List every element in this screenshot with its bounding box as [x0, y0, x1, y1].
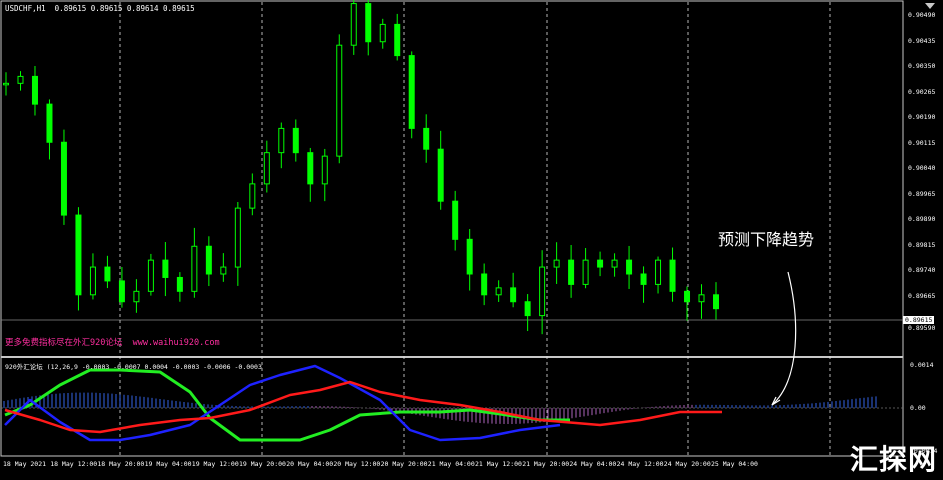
- time-tick-label: 20 May 12:00: [333, 460, 381, 468]
- candle-body: [263, 152, 270, 185]
- candle-body: [452, 200, 459, 240]
- indicator-tick-label: 0.0014: [910, 361, 934, 369]
- time-tick-label: 24 May 20:00: [663, 460, 711, 468]
- ad-text: 更多免费指标尽在外汇920论坛 www.waihui920.com: [5, 338, 220, 348]
- candle-body: [626, 259, 633, 275]
- candle-body: [17, 75, 24, 84]
- candle-body: [597, 259, 604, 268]
- candle-body: [394, 23, 401, 57]
- candle-body: [408, 55, 415, 129]
- candle-body: [220, 266, 227, 275]
- candle-body: [611, 259, 618, 268]
- candle-body: [321, 155, 328, 185]
- candle-body: [147, 259, 154, 292]
- time-tick-label: 20 May 20:00: [380, 460, 428, 468]
- candle-body: [46, 103, 53, 143]
- candle-body: [336, 44, 343, 157]
- candle-body: [191, 245, 198, 292]
- candle-body: [162, 259, 169, 278]
- candle-body: [60, 141, 67, 216]
- time-tick-label: 19 May 12:00: [191, 460, 239, 468]
- candle-body: [307, 152, 314, 185]
- price-tick-label: 0.89740: [908, 266, 936, 274]
- candle-body: [31, 75, 38, 105]
- time-tick-label: 21 May 04:00: [427, 460, 475, 468]
- indicator-tick-label: 0.00: [910, 404, 926, 412]
- candle-body: [205, 245, 212, 275]
- candle-body: [640, 273, 647, 285]
- candle-body: [568, 259, 575, 285]
- candle-body: [118, 280, 125, 303]
- annotation-arrow: [771, 271, 797, 406]
- candle-body: [466, 238, 473, 275]
- candle-body: [234, 207, 241, 268]
- candle-body: [292, 127, 299, 154]
- indicator-title: 920外汇论坛 (12,26,9 -0.0003 -0.0007 0.0004 …: [5, 363, 262, 371]
- candle-body: [524, 301, 531, 317]
- time-tick-label: 18 May 12:00: [50, 460, 98, 468]
- watermark-logo: 汇探网: [849, 443, 937, 476]
- candle-body: [278, 127, 285, 154]
- time-tick-label: 21 May 20:00: [522, 460, 570, 468]
- time-tick-label: 20 May 04:00: [286, 460, 334, 468]
- price-tick-label: 0.90040: [908, 164, 936, 172]
- candle-body: [379, 23, 386, 43]
- candle-body: [3, 82, 9, 86]
- indicator-tick-label: -0.0014: [910, 447, 938, 455]
- candle-body: [669, 259, 676, 292]
- time-tick-label: 25 May 04:00: [711, 460, 758, 468]
- price-tick-label: 0.89590: [908, 324, 936, 332]
- time-tick-label: 24 May 04:00: [569, 460, 617, 468]
- candle-body: [553, 259, 560, 268]
- time-tick-label: 19 May 04:00: [144, 460, 192, 468]
- price-tick-label: 0.89890: [908, 215, 936, 223]
- candle-body: [510, 287, 517, 303]
- candle-body: [350, 3, 357, 46]
- candle-body: [539, 266, 546, 317]
- price-tick-label: 0.89815: [908, 240, 936, 249]
- candle-body: [75, 214, 82, 296]
- candle-body: [698, 294, 705, 303]
- time-tick-label: 18 May 2021: [3, 460, 47, 468]
- candle-body: [176, 276, 183, 292]
- price-tick-label: 0.90115: [908, 138, 936, 147]
- price-tick-label: 0.90190: [908, 113, 936, 121]
- candle-body: [104, 266, 111, 282]
- price-tick-label: 0.89665: [908, 291, 936, 300]
- price-tick-label: 0.90350: [908, 62, 936, 70]
- candle-body: [582, 259, 589, 285]
- candle-body: [89, 266, 96, 296]
- candle-body: [437, 148, 444, 202]
- candle-body: [713, 294, 719, 310]
- forecast-annotation: 预测下降趋势: [718, 230, 815, 249]
- candle-body: [655, 259, 662, 285]
- candle-body: [249, 183, 256, 209]
- price-tick-label: 0.90265: [908, 87, 936, 96]
- time-tick-label: 19 May 20:00: [239, 460, 286, 468]
- current-price-tag: 0.89615: [903, 316, 935, 324]
- time-tick-label: 21 May 12:00: [475, 460, 522, 468]
- candle-body: [684, 290, 691, 303]
- candle-body: [495, 287, 502, 296]
- candle-body: [423, 127, 430, 150]
- price-tick-label: 0.90435: [908, 36, 936, 45]
- price-tick-label: 0.90490: [908, 11, 936, 19]
- time-tick-label: 24 May 12:00: [616, 460, 664, 468]
- candle-body: [481, 273, 488, 296]
- price-tick-label: 0.89965: [908, 189, 936, 198]
- signal-line-green: [4, 368, 570, 442]
- time-tick-label: 18 May 20:00: [97, 460, 145, 468]
- candle-body: [365, 3, 372, 43]
- candle-body: [133, 290, 140, 303]
